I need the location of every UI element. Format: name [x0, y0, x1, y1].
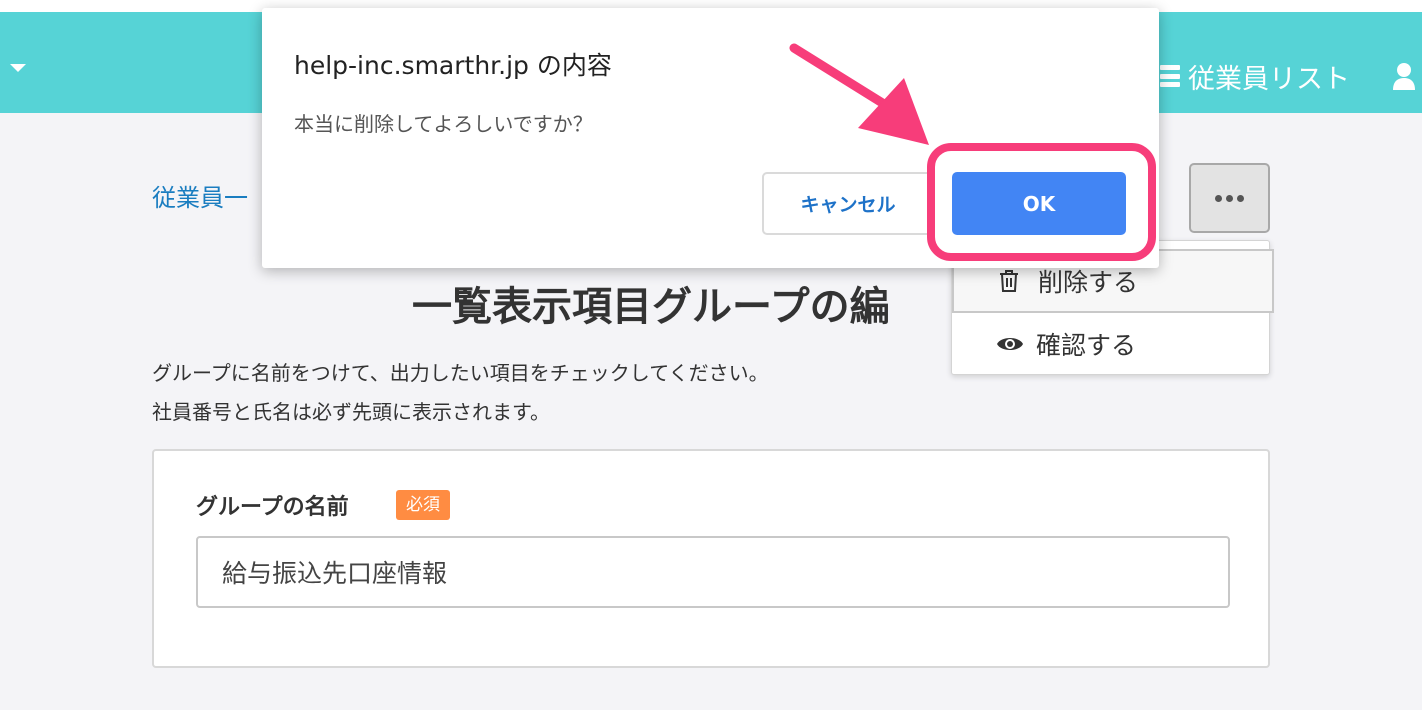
- annotation-arrow-icon: [789, 43, 929, 145]
